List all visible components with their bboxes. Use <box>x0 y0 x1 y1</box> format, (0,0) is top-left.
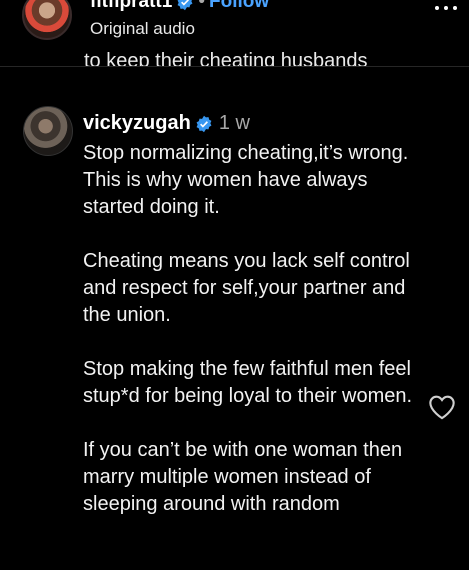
verified-badge-icon <box>196 115 212 132</box>
commenter-avatar[interactable] <box>23 106 73 156</box>
comment-text: Stop normalizing cheating,it’s wrong. Th… <box>83 142 413 515</box>
author-username[interactable]: fitfipratt1 <box>90 0 172 12</box>
heart-icon[interactable] <box>428 394 456 420</box>
more-options-icon[interactable] <box>435 6 457 12</box>
comment-header: vickyzugah 1 w <box>83 112 250 135</box>
verified-badge-icon <box>177 0 193 11</box>
commenter-username[interactable]: vickyzugah <box>83 112 191 134</box>
previous-comment-text: to keep their cheating husbands <box>84 50 368 66</box>
divider <box>0 66 469 67</box>
follow-button[interactable]: Follow <box>209 0 269 12</box>
author-line: fitfipratt1 • Follow <box>90 0 269 13</box>
author-avatar[interactable] <box>22 0 72 40</box>
comment-timestamp: 1 w <box>218 112 250 134</box>
audio-label[interactable]: Original audio <box>90 19 195 39</box>
separator-dot: • <box>198 0 205 12</box>
